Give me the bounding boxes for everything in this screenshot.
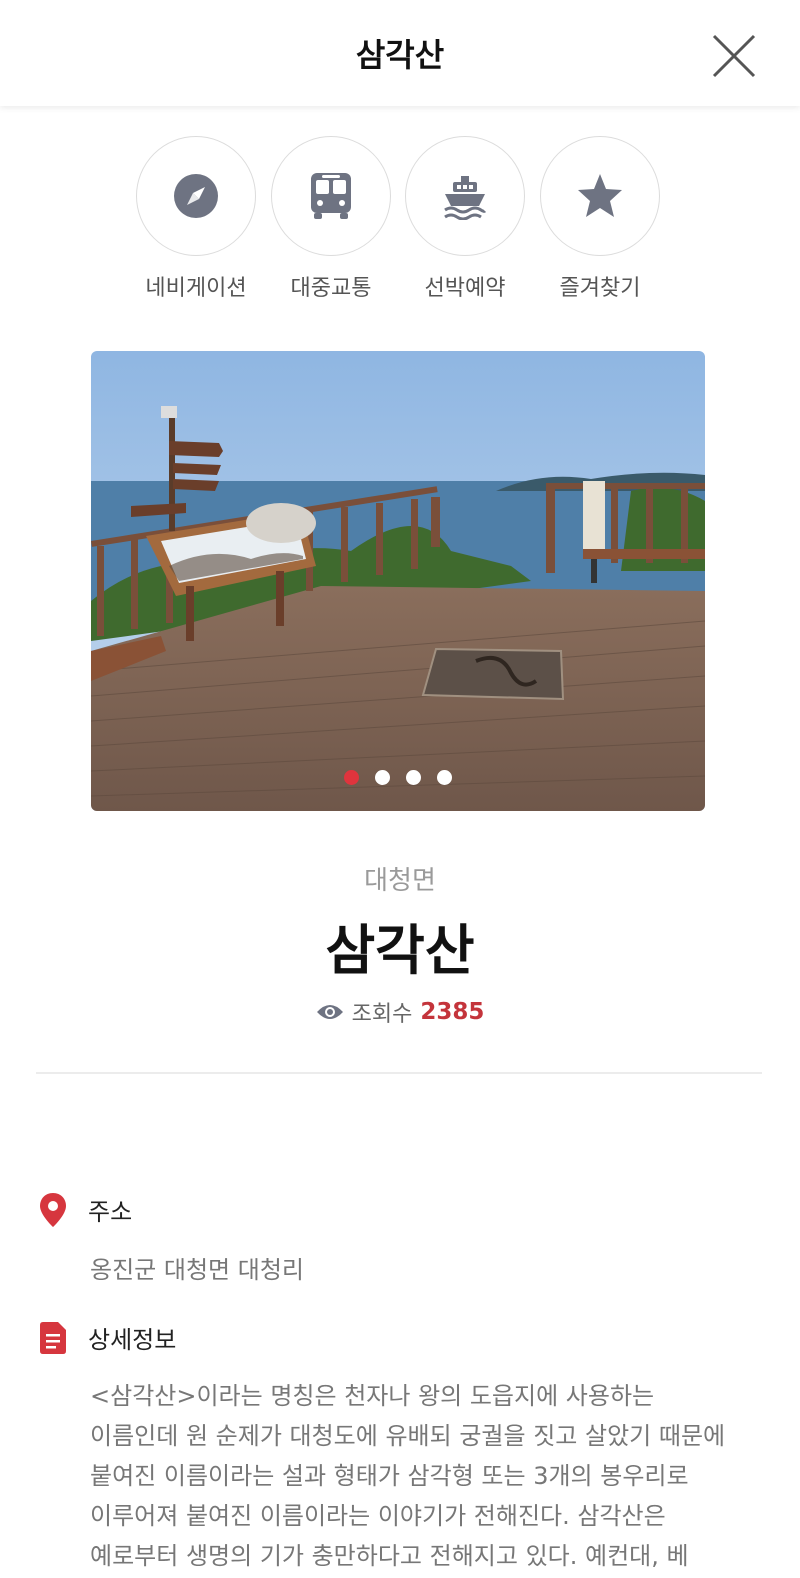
ship-reservation-button[interactable]: 선박예약 bbox=[404, 136, 526, 302]
place-title: 삼각산 bbox=[325, 919, 475, 982]
public-transit-label: 대중교통 bbox=[290, 276, 372, 301]
favorites-button[interactable]: 즐겨찾기 bbox=[539, 136, 661, 302]
carousel-indicators bbox=[91, 770, 705, 785]
page-title: 삼각산 bbox=[355, 36, 445, 74]
divider bbox=[36, 1072, 762, 1074]
region-label: 대청면 bbox=[364, 866, 436, 896]
favorites-circle[interactable] bbox=[540, 136, 660, 256]
navigation-button[interactable]: 네비게이션 bbox=[135, 136, 257, 302]
ship-reservation-circle[interactable] bbox=[405, 136, 525, 256]
carousel-dot-1[interactable] bbox=[344, 770, 359, 785]
navigation-circle[interactable] bbox=[136, 136, 256, 256]
eye-icon bbox=[316, 1005, 343, 1019]
view-count-label: 조회수 bbox=[351, 1002, 413, 1027]
details-text: <삼각산>이라는 명칭은 천자나 왕의 도읍지에 사용하는 이름인데 원 순제가… bbox=[90, 1382, 726, 1570]
location-pin-icon bbox=[40, 1192, 66, 1227]
ship-icon bbox=[444, 176, 487, 220]
view-count-value: 2385 bbox=[420, 999, 485, 1025]
details-label: 상세정보 bbox=[88, 1326, 177, 1354]
carousel-dot-2[interactable] bbox=[375, 770, 390, 785]
bus-icon bbox=[311, 173, 351, 219]
public-transit-circle[interactable] bbox=[271, 136, 391, 256]
address-value: 옹진군 대청면 대청리 bbox=[90, 1256, 304, 1284]
top-bar: 삼각산 bbox=[0, 0, 800, 106]
favorites-label: 즐겨찾기 bbox=[559, 276, 641, 301]
star-icon bbox=[578, 174, 622, 217]
carousel-dot-3[interactable] bbox=[406, 770, 421, 785]
photo-carousel[interactable] bbox=[91, 351, 705, 811]
details-heading: 상세정보 bbox=[40, 1320, 176, 1355]
ship-reservation-label: 선박예약 bbox=[424, 276, 506, 301]
carousel-dot-4[interactable] bbox=[437, 770, 452, 785]
close-button[interactable] bbox=[708, 30, 760, 82]
address-heading: 주소 bbox=[40, 1192, 132, 1227]
document-icon bbox=[40, 1321, 66, 1354]
action-buttons: 네비게이션 대중교통 선박예약 즐겨찾기 bbox=[0, 136, 800, 306]
observatory-photo bbox=[91, 351, 705, 811]
address-label: 주소 bbox=[88, 1198, 133, 1226]
public-transit-button[interactable]: 대중교통 bbox=[270, 136, 392, 302]
view-count: 조회수 2385 bbox=[0, 996, 800, 1028]
close-icon bbox=[712, 34, 756, 78]
compass-icon bbox=[174, 174, 218, 218]
navigation-label: 네비게이션 bbox=[145, 276, 247, 301]
